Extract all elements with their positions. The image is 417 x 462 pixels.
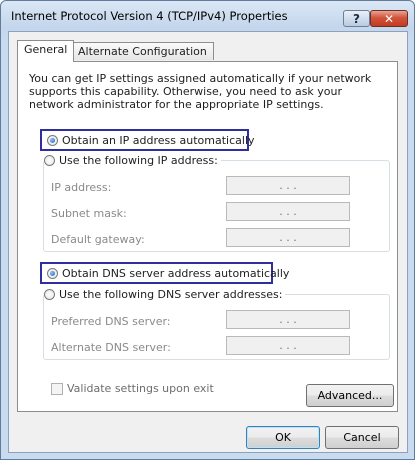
dns-manual-radio[interactable] xyxy=(44,289,55,300)
ok-button[interactable]: OK xyxy=(246,426,320,449)
preferred-dns-value: . . . xyxy=(279,313,297,326)
ip-address-label: IP address: xyxy=(51,181,112,194)
alternate-dns-value: . . . xyxy=(279,339,297,352)
validate-option[interactable]: Validate settings upon exit xyxy=(51,382,214,395)
title-bar[interactable]: Internet Protocol Version 4 (TCP/IPv4) P… xyxy=(1,1,414,31)
ip-auto-label: Obtain an IP address automatically xyxy=(62,134,255,147)
dialog-client-area: General Alternate Configuration You can … xyxy=(8,31,408,453)
validate-checkbox[interactable] xyxy=(51,382,63,395)
close-button[interactable]: ✕ xyxy=(370,10,408,27)
dns-manual-option[interactable]: Use the following DNS server addresses: xyxy=(44,288,286,301)
preferred-dns-label: Preferred DNS server: xyxy=(51,315,171,328)
ip-manual-radio[interactable] xyxy=(44,155,55,166)
window-title: Internet Protocol Version 4 (TCP/IPv4) P… xyxy=(11,9,288,23)
subnet-mask-label: Subnet mask: xyxy=(51,207,127,220)
tab-general[interactable]: General xyxy=(17,40,75,62)
ip-address-value: . . . xyxy=(279,179,297,192)
dns-auto-radio[interactable] xyxy=(47,268,58,279)
tab-alternate-configuration[interactable]: Alternate Configuration xyxy=(71,42,214,60)
ip-manual-label: Use the following IP address: xyxy=(59,154,218,167)
help-icon: ? xyxy=(353,11,360,26)
dns-auto-label: Obtain DNS server address automatically xyxy=(62,267,290,280)
validate-label: Validate settings upon exit xyxy=(67,382,214,395)
dialog-window: Internet Protocol Version 4 (TCP/IPv4) P… xyxy=(0,0,415,460)
subnet-mask-value: . . . xyxy=(279,205,297,218)
ip-auto-radio[interactable] xyxy=(47,135,58,146)
preferred-dns-input[interactable]: . . . xyxy=(226,310,350,329)
subnet-mask-input[interactable]: . . . xyxy=(226,202,350,221)
general-tab-panel: You can get IP settings assigned automat… xyxy=(17,61,398,412)
close-icon: ✕ xyxy=(383,11,395,26)
dns-manual-label: Use the following DNS server addresses: xyxy=(59,288,283,301)
alternate-dns-label: Alternate DNS server: xyxy=(51,341,171,354)
dns-auto-option[interactable]: Obtain DNS server address automatically xyxy=(47,267,289,280)
ip-auto-option[interactable]: Obtain an IP address automatically xyxy=(47,134,255,147)
ip-address-input[interactable]: . . . xyxy=(226,176,350,195)
advanced-button[interactable]: Advanced... xyxy=(306,384,394,407)
default-gateway-value: . . . xyxy=(279,231,297,244)
help-button[interactable]: ? xyxy=(343,10,370,27)
default-gateway-label: Default gateway: xyxy=(51,233,145,246)
ip-manual-option[interactable]: Use the following IP address: xyxy=(44,154,221,167)
default-gateway-input[interactable]: . . . xyxy=(226,228,350,247)
cancel-button[interactable]: Cancel xyxy=(325,426,399,449)
intro-text: You can get IP settings assigned automat… xyxy=(29,72,372,111)
alternate-dns-input[interactable]: . . . xyxy=(226,336,350,355)
